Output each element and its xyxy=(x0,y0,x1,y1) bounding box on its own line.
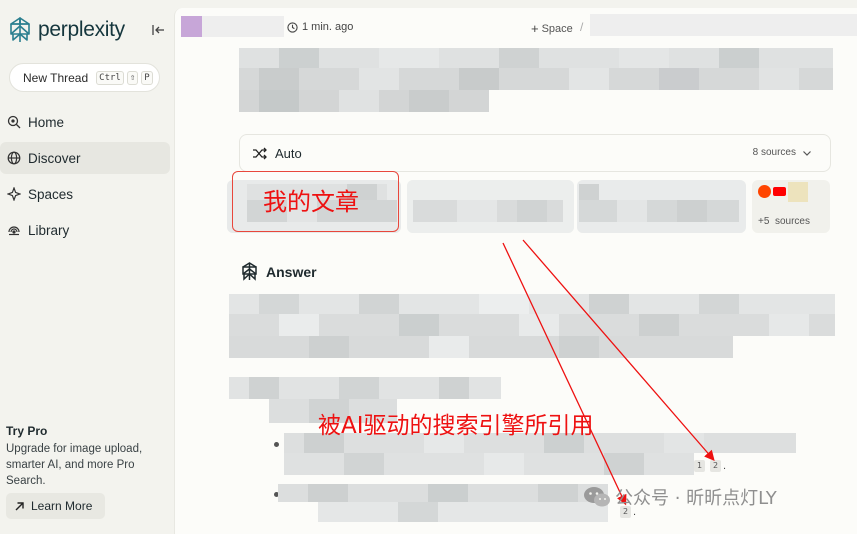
new-thread-label: New Thread xyxy=(23,70,89,85)
sidebar-item-discover[interactable]: Discover xyxy=(0,142,170,174)
answer-heading: Answer xyxy=(241,262,317,281)
sidebar-item-library[interactable]: Library xyxy=(0,214,174,246)
shortcut-key-p: P xyxy=(141,70,153,85)
youtube-icon xyxy=(773,187,786,196)
source-card[interactable] xyxy=(577,180,746,233)
reddit-icon xyxy=(758,185,771,198)
annotation-cited-by-ai: 被AI驱动的搜索引擎所引用 xyxy=(318,413,594,439)
redacted-thread-title xyxy=(590,14,857,36)
new-thread-shortcut: Ctrl ⇧ P xyxy=(96,70,153,85)
chevron-down-icon[interactable] xyxy=(802,148,812,158)
thread-timestamp: 1 min. ago xyxy=(287,21,353,33)
sources-count[interactable]: 8 sources xyxy=(753,147,796,158)
main-panel: 1 min. ago + Space / Auto 8 sources +5 s… xyxy=(174,8,857,534)
search-mode-label: Auto xyxy=(275,145,302,161)
list-bullet xyxy=(274,442,279,447)
learn-more-label: Learn More xyxy=(31,499,93,513)
watermark-text: 公众号 · 昕昕点灯LY xyxy=(615,488,777,509)
sidebar-item-label: Discover xyxy=(28,150,81,166)
source-card-my-article[interactable] xyxy=(407,180,574,233)
sidebar-item-label: Spaces xyxy=(28,186,74,202)
thread-header: 1 min. ago + Space / xyxy=(175,8,857,46)
globe-icon xyxy=(7,151,21,165)
source-favicon-icon xyxy=(788,182,808,202)
collapse-sidebar-icon[interactable] xyxy=(150,22,166,38)
spaces-icon xyxy=(7,187,21,201)
learn-more-button[interactable]: Learn More xyxy=(6,493,105,519)
sidebar-item-label: Library xyxy=(28,222,70,238)
sidebar-item-spaces[interactable]: Spaces xyxy=(0,178,174,210)
timestamp-text: 1 min. ago xyxy=(302,21,354,33)
wechat-watermark: 公众号 · 昕昕点灯LY xyxy=(583,484,777,510)
redacted-source-content xyxy=(407,180,574,233)
search-mode-bar[interactable]: Auto 8 sources xyxy=(239,134,831,172)
more-sources-label: +5 sources xyxy=(758,216,810,227)
annotation-my-article: 我的文章 xyxy=(263,188,359,216)
shuffle-icon xyxy=(253,147,267,159)
space-label: Space xyxy=(541,22,573,35)
sentence-period: . xyxy=(723,460,727,472)
wechat-icon xyxy=(584,487,610,507)
citation-badge[interactable]: 1 xyxy=(694,460,705,472)
shortcut-key-ctrl: Ctrl xyxy=(96,70,124,85)
plus-icon: + xyxy=(531,21,539,36)
clock-icon xyxy=(287,21,298,33)
redacted-list-item xyxy=(278,484,608,522)
redacted-source-content xyxy=(577,180,746,233)
avatar[interactable] xyxy=(181,16,202,37)
more-sources-text: sources xyxy=(774,216,810,227)
perplexity-logo-icon xyxy=(10,17,30,42)
try-pro-title: Try Pro xyxy=(6,424,48,438)
brand-name: perplexity xyxy=(38,18,125,41)
brand-logo[interactable]: perplexity xyxy=(8,16,125,44)
shortcut-key-shift: ⇧ xyxy=(126,70,139,85)
redacted-query xyxy=(239,48,833,112)
new-thread-button[interactable]: New Thread Ctrl ⇧ P xyxy=(9,63,160,92)
sidebar-item-label: Home xyxy=(28,114,65,130)
perplexity-logo-icon xyxy=(242,262,257,281)
home-search-icon xyxy=(7,115,21,129)
answer-title: Answer xyxy=(266,263,317,280)
try-pro-panel: Try Pro Upgrade for image upload, smarte… xyxy=(6,424,166,489)
redacted-author xyxy=(202,16,284,37)
library-icon xyxy=(8,226,20,236)
add-to-space-button[interactable]: + Space xyxy=(531,21,573,36)
breadcrumb-separator: / xyxy=(580,20,584,34)
arrow-up-right-icon xyxy=(15,501,24,510)
sidebar: perplexity New Thread Ctrl ⇧ P Home Disc… xyxy=(0,0,174,534)
more-sources-card[interactable]: +5 sources xyxy=(752,180,830,233)
more-sources-count: +5 xyxy=(758,216,770,227)
sidebar-nav: Home Discover Spaces Library xyxy=(0,106,174,250)
redacted-answer-paragraph xyxy=(229,294,835,358)
sidebar-item-home[interactable]: Home xyxy=(0,106,174,138)
citation-badge[interactable]: 2 xyxy=(710,460,721,472)
try-pro-description: Upgrade for image upload, smarter AI, an… xyxy=(6,443,143,487)
